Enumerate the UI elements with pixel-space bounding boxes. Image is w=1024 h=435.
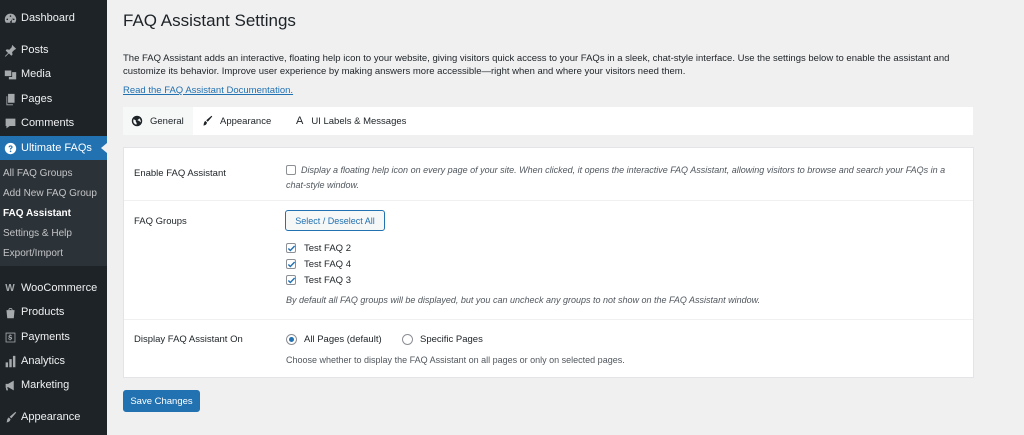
sidebar-label: Pages (21, 93, 53, 105)
sidebar-label: Analytics (21, 355, 66, 367)
page-title: FAQ Assistant Settings (123, 11, 296, 30)
row-divider (124, 319, 973, 320)
sidebar-label: Posts (21, 44, 49, 56)
tab-appearance[interactable]: Appearance (201, 107, 271, 135)
group-label: Test FAQ 2 (304, 243, 351, 254)
faq-groups-description: By default all FAQ groups will be displa… (286, 295, 761, 305)
sidebar-label: Marketing (21, 379, 70, 391)
admin-sidebar: Dashboard Posts Media Pages Comments Ult… (0, 0, 107, 435)
checkmark-icon (287, 261, 296, 268)
sidebar-item-products[interactable]: Products (0, 300, 107, 324)
enable-assistant-label: Enable FAQ Assistant (134, 168, 226, 179)
tab-label: Appearance (220, 115, 272, 127)
sidebar-item-ultimate-faqs[interactable]: Ultimate FAQs (0, 136, 107, 160)
megaphone-icon (3, 378, 17, 392)
group-checkbox-test-faq-4[interactable] (286, 259, 296, 269)
sidebar-item-comments[interactable]: Comments (0, 111, 107, 135)
display-on-description: Choose whether to display the FAQ Assist… (286, 355, 625, 365)
comments-icon (3, 116, 17, 130)
payments-icon (3, 330, 17, 344)
checkmark-icon (287, 245, 296, 252)
display-on-label: Display FAQ Assistant On (134, 334, 243, 345)
group-label: Test FAQ 3 (304, 275, 351, 286)
sidebar-item-pages[interactable]: Pages (0, 87, 107, 111)
sidebar-label: Comments (21, 117, 75, 129)
media-icon (3, 67, 17, 81)
dashboard-icon (3, 11, 17, 25)
settings-panel: Enable FAQ Assistant Display a floating … (123, 147, 974, 378)
page-description: The FAQ Assistant adds an interactive, f… (123, 53, 950, 77)
tab-label: UI Labels & Messages (311, 115, 407, 127)
sidebar-item-dashboard[interactable]: Dashboard (0, 6, 107, 30)
sidebar-label: Appearance (21, 411, 81, 423)
pages-icon (3, 92, 17, 106)
group-label: Test FAQ 4 (304, 259, 351, 270)
tab-ui-labels[interactable]: A UI Labels & Messages (296, 107, 406, 135)
tab-general[interactable]: General (123, 107, 193, 135)
woocommerce-icon: W (5, 282, 15, 294)
sidebar-label: Media (21, 68, 51, 80)
sidebar-item-appearance[interactable]: Appearance (0, 405, 107, 429)
sidebar-item-analytics[interactable]: Analytics (0, 349, 107, 373)
row-divider (124, 200, 973, 201)
pin-icon (3, 43, 17, 57)
brush-icon (203, 115, 213, 126)
select-deselect-all-button[interactable]: Select / Deselect All (285, 210, 385, 231)
sidebar-item-media[interactable]: Media (0, 62, 107, 86)
faq-submenu: All FAQ Groups Add New FAQ Group FAQ Ass… (0, 160, 107, 266)
brush-icon (3, 410, 17, 424)
globe-icon (131, 115, 143, 127)
sidebar-label: WooCommerce (21, 282, 98, 294)
sidebar-item-marketing[interactable]: Marketing (0, 373, 107, 397)
submenu-export-import[interactable]: Export/Import (3, 248, 63, 259)
sidebar-label: Ultimate FAQs (21, 142, 92, 154)
radio-label: Specific Pages (420, 334, 483, 345)
submenu-faq-assistant[interactable]: FAQ Assistant (3, 208, 71, 219)
sidebar-item-woocommerce[interactable]: W WooCommerce (0, 276, 107, 300)
sidebar-label: Dashboard (21, 12, 75, 24)
sidebar-item-payments[interactable]: Payments (0, 325, 107, 349)
submenu-settings-help[interactable]: Settings & Help (3, 228, 72, 239)
text-icon: A (296, 115, 304, 127)
products-icon (3, 305, 17, 319)
sidebar-label: Products (21, 306, 65, 318)
group-checkbox-test-faq-2[interactable] (286, 243, 296, 253)
tab-label: General (150, 115, 184, 127)
save-changes-button[interactable]: Save Changes (123, 390, 200, 412)
checkmark-icon (287, 277, 296, 284)
radio-specific-pages[interactable] (402, 334, 413, 345)
radio-all-pages[interactable] (286, 334, 297, 345)
settings-tabs: General Appearance A UI Labels & Message… (123, 107, 973, 136)
enable-assistant-description: Display a floating help icon on every pa… (286, 165, 946, 190)
radio-label: All Pages (default) (304, 334, 382, 345)
sidebar-label: Payments (21, 331, 70, 343)
submenu-all-faq-groups[interactable]: All FAQ Groups (3, 168, 72, 179)
analytics-icon (3, 354, 17, 368)
main-content: FAQ Assistant Settings The FAQ Assistant… (107, 0, 1024, 435)
question-icon (3, 141, 17, 155)
group-checkbox-test-faq-3[interactable] (286, 275, 296, 285)
faq-groups-label: FAQ Groups (134, 216, 187, 227)
documentation-link[interactable]: Read the FAQ Assistant Documentation. (123, 85, 293, 96)
sidebar-item-posts[interactable]: Posts (0, 38, 107, 62)
submenu-add-new-faq-group[interactable]: Add New FAQ Group (3, 188, 97, 199)
